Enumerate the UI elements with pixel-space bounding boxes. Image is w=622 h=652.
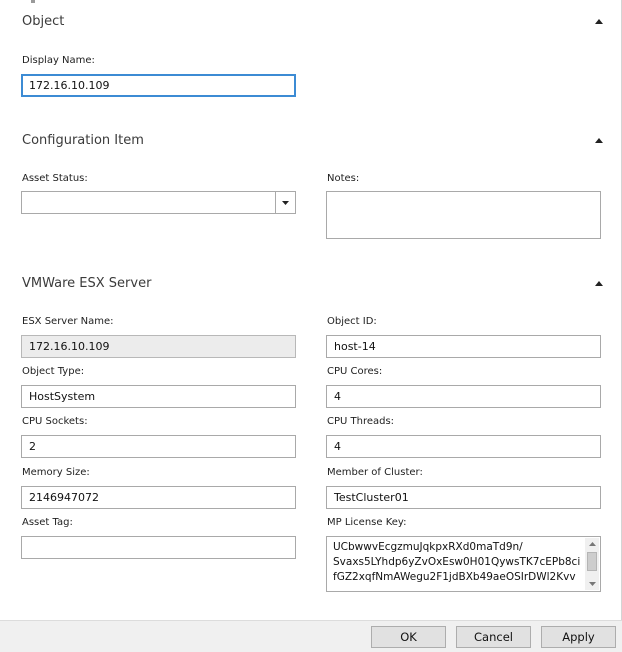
mp-license-key-textarea[interactable]: UCbwwvEcgzmuJqkpxRXd0maTd9n/ Svaxs5LYhdp… bbox=[326, 536, 601, 592]
display-name-label: Display Name: bbox=[22, 55, 95, 66]
cpu-sockets-label: CPU Sockets: bbox=[22, 416, 88, 427]
chevron-up-icon bbox=[595, 280, 603, 286]
asset-status-dropdown-button[interactable] bbox=[275, 192, 295, 213]
cpu-threads-field[interactable]: 4 bbox=[326, 435, 601, 458]
dialog-footer: OK Cancel Apply bbox=[0, 620, 622, 652]
esx-server-name-field: 172.16.10.109 bbox=[21, 335, 296, 358]
display-name-field[interactable]: 172.16.10.109 bbox=[21, 74, 296, 97]
memory-size-label: Memory Size: bbox=[22, 467, 90, 478]
ok-button[interactable]: OK bbox=[371, 626, 446, 648]
cancel-button[interactable]: Cancel bbox=[456, 626, 531, 648]
asset-tag-field[interactable] bbox=[21, 536, 296, 559]
object-type-field[interactable]: HostSystem bbox=[21, 385, 296, 408]
form-area: Object Display Name: 172.16.10.109 Confi… bbox=[0, 0, 614, 620]
dialog-frame: Object Display Name: 172.16.10.109 Confi… bbox=[0, 0, 622, 652]
chevron-up-icon bbox=[595, 137, 603, 143]
collapse-configuration-item-button[interactable] bbox=[593, 135, 605, 145]
section-title-configuration-item: Configuration Item bbox=[22, 133, 144, 148]
scroll-thumb[interactable] bbox=[587, 552, 597, 571]
object-type-label: Object Type: bbox=[22, 366, 85, 377]
collapse-vmware-esx-server-button[interactable] bbox=[593, 278, 605, 288]
mp-license-key-scrollbar[interactable] bbox=[585, 538, 599, 590]
mp-license-key-line: fGZ2xqfNmAWegu2F1jdBXb49aeOSIrDWl2Kvv bbox=[333, 571, 576, 583]
esx-server-name-label: ESX Server Name: bbox=[22, 316, 114, 327]
asset-tag-label: Asset Tag: bbox=[22, 517, 73, 528]
notes-textarea[interactable] bbox=[326, 191, 601, 239]
memory-size-field[interactable]: 2146947072 bbox=[21, 486, 296, 509]
mp-license-key-line: UCbwwvEcgzmuJqkpxRXd0maTd9n/ bbox=[333, 541, 523, 553]
asset-status-label: Asset Status: bbox=[22, 173, 88, 184]
mp-license-key-line: Svaxs5LYhdp6yZvOxEsw0H01QywsTK7cEPb8ci bbox=[333, 556, 581, 568]
object-id-label: Object ID: bbox=[327, 316, 377, 327]
cpu-cores-label: CPU Cores: bbox=[327, 366, 383, 377]
chevron-down-icon bbox=[282, 200, 289, 205]
chevron-down-icon bbox=[588, 582, 596, 586]
chevron-up-icon bbox=[588, 542, 596, 546]
object-id-field[interactable]: host-14 bbox=[326, 335, 601, 358]
cpu-threads-label: CPU Threads: bbox=[327, 416, 395, 427]
chevron-up-icon bbox=[595, 18, 603, 24]
cpu-sockets-field[interactable]: 2 bbox=[21, 435, 296, 458]
scroll-down-button[interactable] bbox=[585, 578, 599, 590]
apply-button[interactable]: Apply bbox=[541, 626, 616, 648]
asset-status-select[interactable] bbox=[21, 191, 296, 214]
scroll-up-button[interactable] bbox=[585, 538, 599, 550]
section-title-vmware-esx-server: VMWare ESX Server bbox=[22, 276, 152, 291]
member-of-cluster-field[interactable]: TestCluster01 bbox=[326, 486, 601, 509]
section-title-object: Object bbox=[22, 14, 65, 29]
mp-license-key-label: MP License Key: bbox=[327, 517, 407, 528]
notes-label: Notes: bbox=[327, 173, 360, 184]
collapse-object-button[interactable] bbox=[593, 16, 605, 26]
cpu-cores-field[interactable]: 4 bbox=[326, 385, 601, 408]
mp-license-key-text: UCbwwvEcgzmuJqkpxRXd0maTd9n/ Svaxs5LYhdp… bbox=[333, 540, 582, 585]
member-of-cluster-label: Member of Cluster: bbox=[327, 467, 423, 478]
